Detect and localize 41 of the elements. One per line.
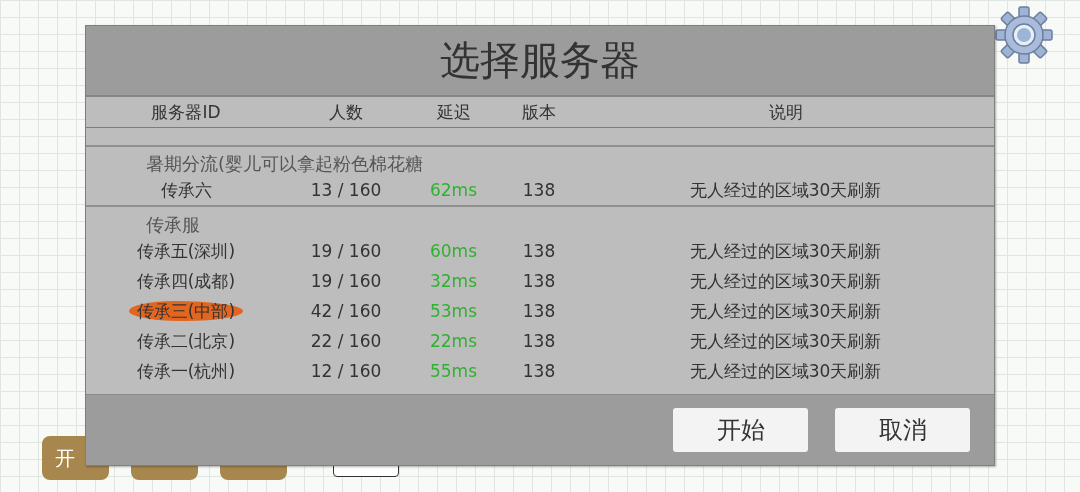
description: 无人经过的区域30天刷新 xyxy=(688,329,883,353)
server-name[interactable]: 传承五(深圳) xyxy=(136,240,236,261)
version: 138 xyxy=(521,301,557,321)
version: 138 xyxy=(521,271,557,291)
latency: 53ms xyxy=(428,301,479,321)
latency: 62ms xyxy=(428,180,479,200)
dialog-button[interactable]: 开始 xyxy=(673,408,808,452)
gear-icon[interactable] xyxy=(993,4,1055,66)
description: 无人经过的区域30天刷新 xyxy=(688,299,883,323)
version: 138 xyxy=(521,241,557,261)
description: 无人经过的区域30天刷新 xyxy=(688,239,883,263)
column-header: 版本 xyxy=(521,100,557,124)
column-header: 延迟 xyxy=(435,100,472,124)
server-name[interactable]: 传承一(杭州) xyxy=(136,360,236,381)
dialog-button[interactable]: 取消 xyxy=(835,408,970,452)
latency: 55ms xyxy=(428,361,479,381)
column-header: 人数 xyxy=(328,100,364,124)
column-header: 说明 xyxy=(767,100,804,124)
version: 138 xyxy=(521,180,557,200)
description: 无人经过的区域30天刷新 xyxy=(688,269,883,293)
server-name[interactable]: 传承六 xyxy=(160,179,212,200)
server-name[interactable]: 传承三(中部) xyxy=(128,300,244,321)
column-header: 服务器ID xyxy=(150,100,222,124)
player-count: 22 / 160 xyxy=(309,331,383,351)
player-count: 12 / 160 xyxy=(309,361,383,381)
group-title: 传承服 xyxy=(145,213,201,236)
server-name[interactable]: 传承二(北京) xyxy=(136,330,236,351)
version: 138 xyxy=(521,361,557,381)
dialog-title: 选择服务器 xyxy=(440,36,640,85)
player-count: 19 / 160 xyxy=(309,241,383,261)
group-title: 暑期分流(婴儿可以拿起粉色棉花糖 xyxy=(145,152,425,175)
latency: 60ms xyxy=(428,241,479,261)
description: 无人经过的区域30天刷新 xyxy=(688,359,883,383)
version: 138 xyxy=(521,331,557,351)
description: 无人经过的区域30天刷新 xyxy=(688,178,883,202)
player-count: 19 / 160 xyxy=(309,271,383,291)
server-name[interactable]: 传承四(成都) xyxy=(136,270,236,291)
latency: 22ms xyxy=(428,331,479,351)
latency: 32ms xyxy=(428,271,479,291)
player-count: 13 / 160 xyxy=(309,180,383,200)
player-count: 42 / 160 xyxy=(309,301,383,321)
